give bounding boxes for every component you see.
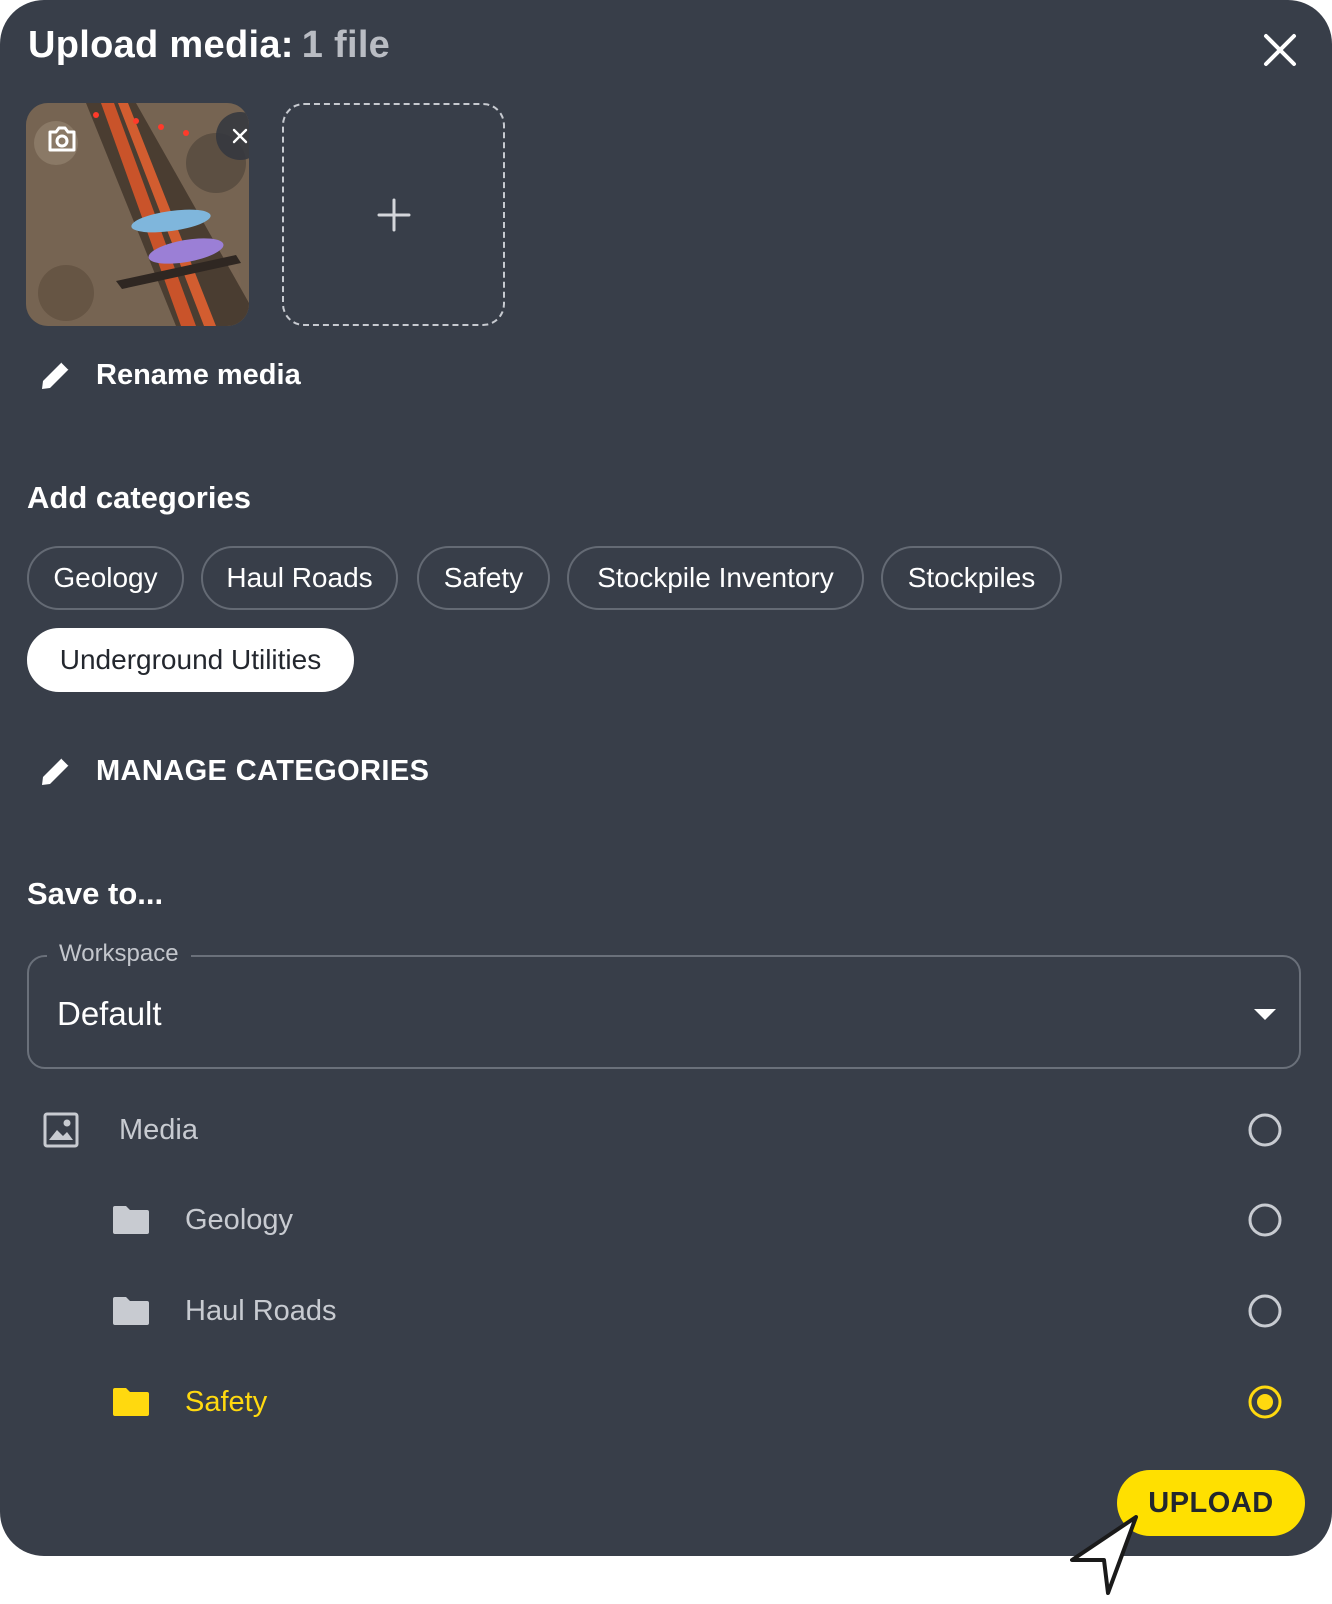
chevron-down-icon xyxy=(1254,1009,1276,1020)
category-chip-stockpile-inventory[interactable]: Stockpile Inventory xyxy=(567,546,864,610)
tree-item-label: Safety xyxy=(185,1385,268,1418)
image-icon xyxy=(43,1112,79,1148)
cursor-arrow-icon xyxy=(1070,1515,1138,1595)
rename-media-label: Rename media xyxy=(96,358,301,391)
add-media-tile[interactable] xyxy=(282,103,505,326)
manage-categories-button[interactable]: MANAGE CATEGORIES xyxy=(38,753,429,789)
dialog-title: Upload media: 1 file xyxy=(28,24,390,67)
chip-label: Geology xyxy=(53,562,158,593)
category-chip-stockpiles[interactable]: Stockpiles xyxy=(881,546,1062,610)
save-to-heading: Save to... xyxy=(27,876,164,911)
radio-geology[interactable] xyxy=(1248,1203,1282,1237)
radio-haul-roads[interactable] xyxy=(1248,1294,1282,1328)
radio-media[interactable] xyxy=(1248,1113,1282,1147)
workspace-value: Default xyxy=(57,995,162,1032)
rename-media-button[interactable]: Rename media xyxy=(38,357,301,393)
close-button[interactable] xyxy=(1258,28,1302,72)
plus-icon xyxy=(377,198,411,232)
folder-icon xyxy=(113,1206,149,1234)
pencil-icon xyxy=(42,361,70,389)
categories-heading: Add categories xyxy=(27,480,251,515)
chip-label: Safety xyxy=(443,562,524,593)
folder-icon xyxy=(113,1388,149,1416)
media-thumbnail[interactable] xyxy=(26,103,249,326)
upload-button[interactable]: UPLOAD xyxy=(1117,1470,1305,1536)
radio-safety[interactable] xyxy=(1248,1385,1282,1419)
tree-item-haul-roads[interactable]: Haul Roads xyxy=(112,1281,337,1341)
close-icon xyxy=(232,128,248,144)
workspace-label: Workspace xyxy=(47,940,191,968)
tree-item-geology[interactable]: Geology xyxy=(112,1190,293,1250)
manage-categories-label: MANAGE CATEGORIES xyxy=(96,754,430,787)
upload-media-dialog: Upload media: 1 file Rename media Add ca… xyxy=(0,0,1332,1556)
pencil-icon xyxy=(42,757,70,785)
chip-label: Stockpile Inventory xyxy=(597,562,834,593)
tree-item-label: Geology xyxy=(185,1203,294,1236)
dialog-title-text: Upload media: xyxy=(28,24,294,66)
tree-item-label: Media xyxy=(119,1113,198,1146)
category-chip-safety[interactable]: Safety xyxy=(417,546,550,610)
tree-item-media[interactable]: Media xyxy=(43,1100,198,1160)
file-count: 1 file xyxy=(301,24,391,66)
category-chip-haul-roads[interactable]: Haul Roads xyxy=(201,546,398,610)
folder-icon xyxy=(113,1297,149,1325)
workspace-select[interactable]: Workspace Default xyxy=(27,940,1301,1069)
tree-item-label: Haul Roads xyxy=(185,1294,337,1327)
category-chip-geology[interactable]: Geology xyxy=(27,546,184,610)
camera-icon xyxy=(48,126,76,152)
close-icon xyxy=(1264,34,1296,66)
chip-label: Stockpiles xyxy=(907,562,1036,593)
tree-item-safety[interactable]: Safety xyxy=(112,1372,267,1432)
chip-label: Underground Utilities xyxy=(59,644,322,675)
category-chip-underground-utilities[interactable]: Underground Utilities xyxy=(27,628,354,692)
chip-label: Haul Roads xyxy=(226,562,373,593)
